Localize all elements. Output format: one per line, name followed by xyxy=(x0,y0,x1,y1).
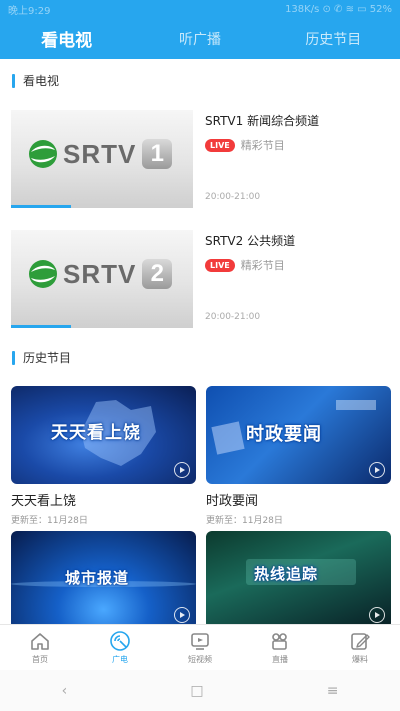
now-playing: 精彩节目 xyxy=(240,139,285,152)
section-accent-bar xyxy=(12,73,15,88)
live-camera-icon xyxy=(272,633,287,650)
decorative-block xyxy=(211,421,245,455)
channel-thumbnail[interactable]: SRTV 1 xyxy=(11,110,193,208)
card-thumbnail[interactable]: 天天看上饶 xyxy=(11,386,196,484)
srtv-swirl-icon xyxy=(29,260,57,288)
top-bar: 晚上9:29 138K/s ⊙ ✆ ≋ ▭ 52% 看电视 听广播 历史节目 xyxy=(0,0,400,59)
card-caption: 城市报道 xyxy=(65,569,130,587)
menu-icon[interactable]: ≡ xyxy=(327,683,339,699)
live-badge: LIVE xyxy=(205,258,235,272)
nav-item-short-video[interactable]: 短视频 xyxy=(160,625,240,670)
channel-item[interactable]: SRTV 1 SRTV1 新闻综合频道 LIVE 精彩节目 20:00-21:0… xyxy=(11,110,391,210)
channel-item[interactable]: SRTV 2 SRTV2 公共频道 LIVE 精彩节目 20:00-21:00 xyxy=(11,230,391,330)
nav-label: 爆料 xyxy=(352,655,368,664)
progress-bar xyxy=(11,205,72,208)
live-row: LIVE 精彩节目 xyxy=(205,257,285,273)
nav-label: 直播 xyxy=(272,655,288,664)
play-icon[interactable] xyxy=(369,607,385,623)
edit-report-icon xyxy=(351,633,370,650)
nav-label: 短视频 xyxy=(188,655,212,664)
card-title: 天天看上饶 xyxy=(11,494,77,509)
srtv-swirl-icon xyxy=(29,140,57,168)
card-title: 时政要闻 xyxy=(206,494,259,509)
history-card[interactable]: 城市报道 xyxy=(11,531,196,629)
back-icon[interactable]: ‹ xyxy=(62,683,68,699)
nav-item-live[interactable]: 直播 xyxy=(240,625,320,670)
nav-item-report[interactable]: 爆料 xyxy=(320,625,400,670)
srtv-logo: SRTV 2 xyxy=(25,256,173,292)
top-tabs: 看电视 听广播 历史节目 xyxy=(0,18,400,59)
live-badge: LIVE xyxy=(205,138,235,152)
status-time: 晚上9:29 xyxy=(8,5,51,17)
play-icon[interactable] xyxy=(369,462,385,478)
section-header-tv: 看电视 xyxy=(12,72,59,89)
bottom-navigation: 首页 广电 短视频 直播 爆料 xyxy=(0,624,400,670)
card-update-date: 更新至：11月28日 xyxy=(11,516,88,526)
broadcast-icon xyxy=(110,631,130,651)
logo-text: SRTV xyxy=(63,138,137,169)
home-icon xyxy=(31,633,49,650)
tab-radio[interactable]: 听广播 xyxy=(133,29,266,49)
card-thumbnail[interactable]: 时政要闻 xyxy=(206,386,391,484)
home-square-icon[interactable]: □ xyxy=(190,683,203,699)
channel-title: SRTV2 公共频道 xyxy=(205,234,296,248)
section-accent-bar xyxy=(12,350,15,365)
srtv-logo: SRTV 1 xyxy=(25,136,173,172)
section-header-history: 历史节目 xyxy=(12,349,71,366)
nav-item-broadcast[interactable]: 广电 xyxy=(80,625,160,670)
card-thumbnail[interactable]: 热线追踪 xyxy=(206,531,391,629)
card-update-date: 更新至：11月28日 xyxy=(206,516,283,526)
nav-item-home[interactable]: 首页 xyxy=(0,625,80,670)
program-time: 20:00-21:00 xyxy=(205,312,261,322)
decorative-block xyxy=(336,400,376,410)
play-icon[interactable] xyxy=(174,607,190,623)
progress-bar xyxy=(11,325,72,328)
logo-text: SRTV xyxy=(63,258,137,289)
now-playing: 精彩节目 xyxy=(240,259,285,272)
channel-thumbnail[interactable]: SRTV 2 xyxy=(11,230,193,328)
short-video-icon xyxy=(191,633,209,650)
logo-number: 1 xyxy=(142,139,173,169)
history-card[interactable]: 时政要闻 时政要闻 更新至：11月28日 xyxy=(206,386,391,526)
history-card[interactable]: 天天看上饶 天天看上饶 更新至：11月28日 xyxy=(11,386,196,526)
live-row: LIVE 精彩节目 xyxy=(205,137,285,153)
card-caption: 热线追踪 xyxy=(254,565,319,583)
tab-watch-tv[interactable]: 看电视 xyxy=(0,26,133,51)
card-thumbnail[interactable]: 城市报道 xyxy=(11,531,196,629)
channel-title: SRTV1 新闻综合频道 xyxy=(205,114,320,128)
history-card[interactable]: 热线追踪 xyxy=(206,531,391,629)
play-icon[interactable] xyxy=(174,462,190,478)
status-bar: 晚上9:29 138K/s ⊙ ✆ ≋ ▭ 52% xyxy=(0,0,400,18)
program-time: 20:00-21:00 xyxy=(205,192,261,202)
card-caption: 时政要闻 xyxy=(246,424,322,445)
nav-label: 广电 xyxy=(112,655,128,664)
tab-history[interactable]: 历史节目 xyxy=(267,29,400,49)
section-title: 看电视 xyxy=(23,74,60,88)
nav-label: 首页 xyxy=(32,655,48,664)
status-indicators: 138K/s ⊙ ✆ ≋ ▭ 52% xyxy=(285,3,392,15)
system-navigation-bar: ‹ □ ≡ xyxy=(0,670,400,711)
card-caption: 天天看上饶 xyxy=(51,423,141,443)
section-title: 历史节目 xyxy=(23,351,72,365)
logo-number: 2 xyxy=(142,259,173,289)
